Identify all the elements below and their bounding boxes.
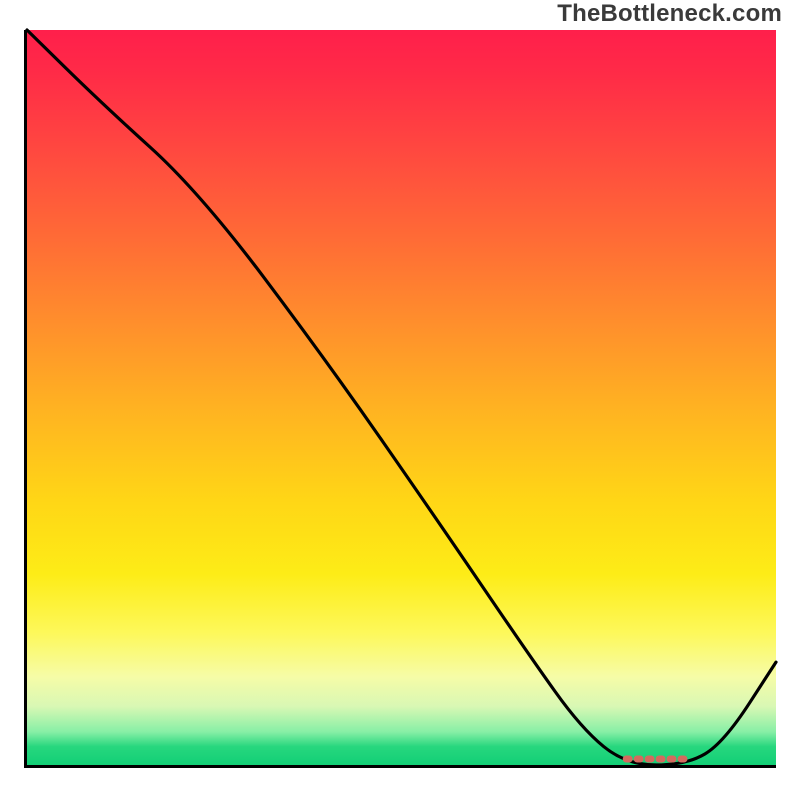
chart-svg <box>27 30 776 765</box>
bottleneck-curve <box>27 30 776 765</box>
chart-root: TheBottleneck.com <box>0 0 800 800</box>
watermark-label: TheBottleneck.com <box>557 0 782 28</box>
plot-area <box>24 30 776 768</box>
